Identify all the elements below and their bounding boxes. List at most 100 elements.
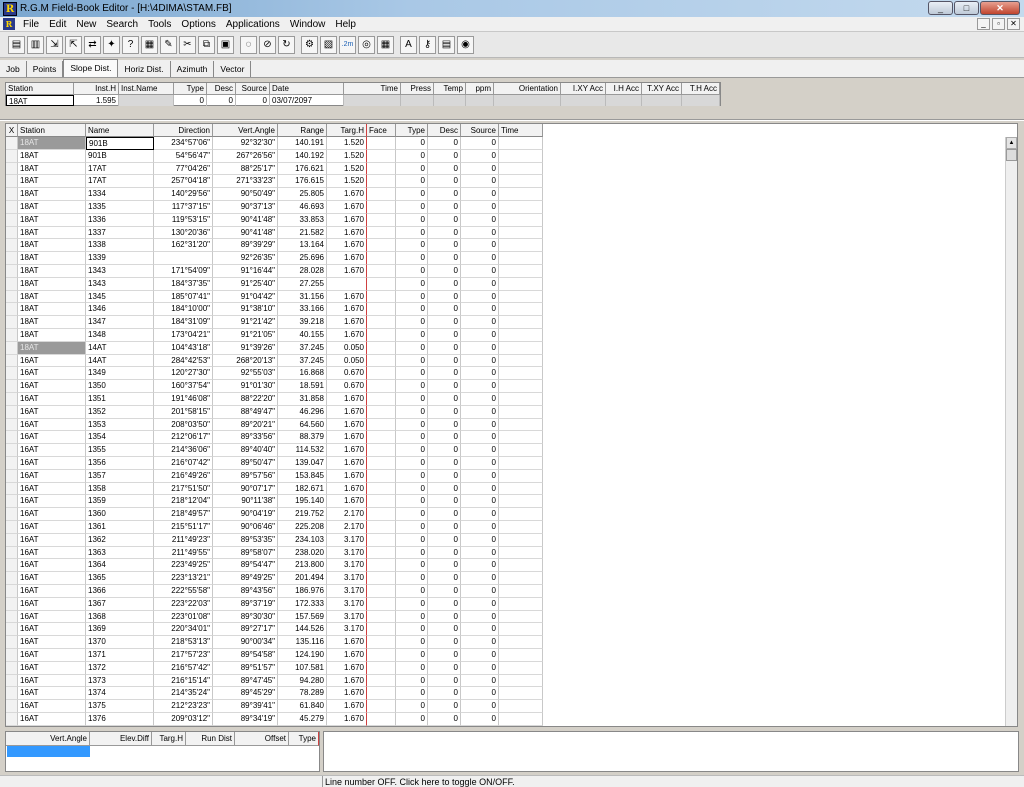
- table-cell[interactable]: 31.156: [278, 290, 327, 304]
- table-cell[interactable]: 0: [461, 380, 499, 393]
- row-selector[interactable]: [6, 175, 18, 189]
- table-cell[interactable]: 0: [428, 521, 461, 534]
- table-cell[interactable]: 18AT: [18, 303, 86, 317]
- table-cell[interactable]: 140.192: [278, 149, 327, 163]
- table-cell[interactable]: 1372: [86, 661, 154, 675]
- open-icon[interactable]: ▥: [27, 35, 44, 54]
- table-cell[interactable]: 0: [396, 303, 428, 317]
- table-cell[interactable]: 0: [396, 713, 428, 726]
- table-cell[interactable]: 0: [428, 149, 461, 163]
- station-header-cell[interactable]: Inst.Name: [119, 83, 174, 95]
- table-cell[interactable]: 18AT: [18, 213, 86, 227]
- table-cell[interactable]: 89°40'40": [213, 444, 278, 457]
- table-cell[interactable]: 0: [428, 469, 461, 483]
- report-icon[interactable]: ▦: [141, 35, 158, 54]
- table-cell[interactable]: 0: [396, 252, 428, 265]
- row-selector[interactable]: [6, 444, 18, 457]
- table-row[interactable]: 16AT 1371 217°57'23" 89°54'58" 124.190 1.670 0…: [6, 649, 546, 662]
- table-cell[interactable]: 0: [428, 367, 461, 381]
- table-cell[interactable]: 1353: [86, 418, 154, 432]
- table-cell[interactable]: [499, 610, 543, 624]
- row-selector[interactable]: [6, 559, 18, 573]
- table-row[interactable]: 18AT 1335 117°37'15" 90°37'13" 46.693 1.670 0 0…: [6, 201, 546, 214]
- table-cell[interactable]: [367, 623, 396, 637]
- table-cell[interactable]: 90°37'13": [213, 201, 278, 214]
- table-cell[interactable]: 225.208: [278, 521, 327, 534]
- table-row[interactable]: 16AT 1364 223°49'25" 89°54'47" 213.800 3.170 0…: [6, 559, 546, 573]
- table-cell[interactable]: 1.670: [327, 393, 367, 406]
- row-selector[interactable]: [6, 713, 18, 726]
- row-selector[interactable]: [6, 674, 18, 688]
- table-cell[interactable]: [499, 277, 543, 291]
- station-header-cell[interactable]: Source: [236, 83, 270, 95]
- row-selector[interactable]: [6, 495, 18, 509]
- table-cell[interactable]: 0: [428, 418, 461, 432]
- table-cell[interactable]: 39.218: [278, 316, 327, 329]
- table-cell[interactable]: 1351: [86, 393, 154, 406]
- cancel-icon[interactable]: ⊘: [259, 35, 276, 54]
- station-header-cell[interactable]: Station: [6, 83, 74, 95]
- table-cell[interactable]: 0: [396, 213, 428, 227]
- table-cell[interactable]: 211°49'55": [154, 546, 213, 560]
- table-cell[interactable]: 1.670: [327, 713, 367, 726]
- disabled-1-icon[interactable]: ◌: [240, 35, 257, 54]
- table-cell[interactable]: 0: [461, 636, 499, 649]
- table-cell[interactable]: 0: [461, 277, 499, 291]
- table-cell[interactable]: [367, 572, 396, 585]
- table-cell[interactable]: [367, 354, 396, 368]
- table-cell[interactable]: 223°01'08": [154, 610, 213, 624]
- table-cell[interactable]: [499, 508, 543, 521]
- table-cell[interactable]: 0.670: [327, 380, 367, 393]
- table-cell[interactable]: 16AT: [18, 585, 86, 598]
- table-cell[interactable]: [499, 674, 543, 688]
- table-cell[interactable]: 91°21'05": [213, 329, 278, 342]
- table-cell[interactable]: 16AT: [18, 533, 86, 547]
- table-cell[interactable]: 1.670: [327, 700, 367, 713]
- mdi-close-button[interactable]: ✕: [1007, 18, 1020, 30]
- table-cell[interactable]: 172.333: [278, 597, 327, 611]
- table-cell[interactable]: 0: [461, 303, 499, 317]
- menu-search[interactable]: Search: [102, 19, 144, 30]
- table-cell[interactable]: 0: [428, 559, 461, 573]
- table-row[interactable]: 16AT 1372 216°57'42" 89°51'57" 107.581 1.670 0…: [6, 661, 546, 675]
- station-header-cell[interactable]: Press: [401, 83, 434, 95]
- table-cell[interactable]: 0: [396, 572, 428, 585]
- row-selector[interactable]: [6, 162, 18, 176]
- column-header[interactable]: Type: [396, 124, 428, 137]
- table-row[interactable]: 18AT 1339 92°26'35" 25.696 1.670 0 0 0: [6, 252, 546, 265]
- maximize-button[interactable]: □: [954, 1, 979, 15]
- table-cell[interactable]: 176.615: [278, 175, 327, 189]
- table-cell[interactable]: 0: [461, 533, 499, 547]
- table-cell[interactable]: 46.693: [278, 201, 327, 214]
- table-cell[interactable]: 1375: [86, 700, 154, 713]
- menu-file[interactable]: File: [19, 19, 45, 30]
- table-cell[interactable]: 89°20'21": [213, 418, 278, 432]
- table-cell[interactable]: 0: [396, 201, 428, 214]
- table-cell[interactable]: 1.670: [327, 674, 367, 688]
- table-cell[interactable]: [367, 188, 396, 201]
- table-cell[interactable]: 0: [461, 162, 499, 176]
- station-cell[interactable]: [344, 95, 401, 106]
- table-cell[interactable]: [367, 341, 396, 355]
- table-cell[interactable]: 3.170: [327, 533, 367, 547]
- table-cell[interactable]: 1.670: [327, 290, 367, 304]
- table-row[interactable]: 18AT 901B 234°57'06" 92°32'30" 140.191 1.520 0…: [6, 137, 546, 150]
- table-cell[interactable]: [499, 226, 543, 240]
- station-header-cell[interactable]: ppm: [466, 83, 494, 95]
- table-cell[interactable]: 88°22'20": [213, 393, 278, 406]
- table-row[interactable]: 16AT 1373 216°15'14" 89°47'45" 94.280 1.670 0 0…: [6, 674, 546, 688]
- row-selector[interactable]: [6, 687, 18, 701]
- new-fieldbook-icon[interactable]: ▤: [8, 35, 25, 54]
- table-cell[interactable]: 0: [396, 188, 428, 201]
- station-cell[interactable]: 1.595: [74, 95, 119, 106]
- tab-job[interactable]: Job: [0, 61, 27, 77]
- table-cell[interactable]: [367, 175, 396, 189]
- table-cell[interactable]: 0: [396, 559, 428, 573]
- document-icon[interactable]: R: [3, 18, 15, 30]
- row-selector[interactable]: [6, 329, 18, 342]
- table-cell[interactable]: 213.800: [278, 559, 327, 573]
- table-cell[interactable]: 91°39'26": [213, 341, 278, 355]
- table-cell[interactable]: 33.853: [278, 213, 327, 227]
- table-cell[interactable]: 14AT: [86, 341, 154, 355]
- refresh-icon[interactable]: ↻: [278, 35, 295, 54]
